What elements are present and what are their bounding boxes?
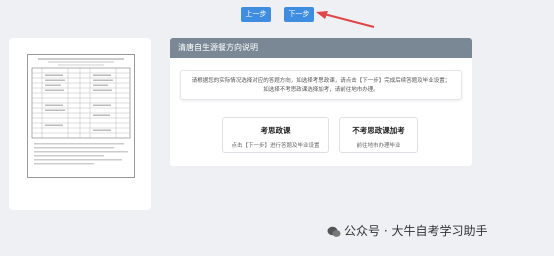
- document-preview-card: [9, 38, 151, 210]
- annotation-arrow-icon: [316, 11, 375, 28]
- notice-text-line-2: 如选择不考思政课选择加考，请前往地市办理。: [263, 87, 379, 93]
- option-description: 点击【下一步】进行答题及毕业设置: [231, 143, 320, 149]
- notice-text-line-1: 请根据您的实际情况选择对应的答题方向，如选择考思政课，请点击【下一步】完成后续答…: [191, 78, 451, 84]
- option-title: 不考思政课加考: [352, 126, 405, 135]
- next-step-button[interactable]: 下一步: [284, 7, 314, 22]
- option-take-politics-course[interactable]: 考思政课 点击【下一步】进行答题及毕业设置: [222, 117, 329, 153]
- document-thumbnail: [27, 54, 135, 178]
- watermark-text: 公众号 · 大牛自考学习助手: [344, 224, 488, 238]
- option-description: 前往地市办理毕业: [356, 143, 401, 149]
- previous-step-button[interactable]: 上一步: [241, 7, 271, 22]
- wechat-icon: [327, 226, 341, 237]
- option-skip-politics-course[interactable]: 不考思政课加考 前往地市办理毕业: [339, 117, 418, 153]
- document-table-image: [28, 55, 134, 177]
- watermark: 公众号 · 大牛自考学习助手: [327, 222, 487, 239]
- direction-panel: 清唐自生源餐方向说明 请根据您的实际情况选择对应的答题方向，如选择考思政课，请点…: [170, 38, 472, 166]
- option-title: 考思政课: [260, 126, 291, 135]
- step-navigation: 上一步 下一步: [0, 7, 554, 28]
- panel-title: 清唐自生源餐方向说明: [170, 38, 472, 58]
- notice-box: 请根据您的实际情况选择对应的答题方向，如选择考思政课，请点击【下一步】完成后续答…: [180, 70, 462, 100]
